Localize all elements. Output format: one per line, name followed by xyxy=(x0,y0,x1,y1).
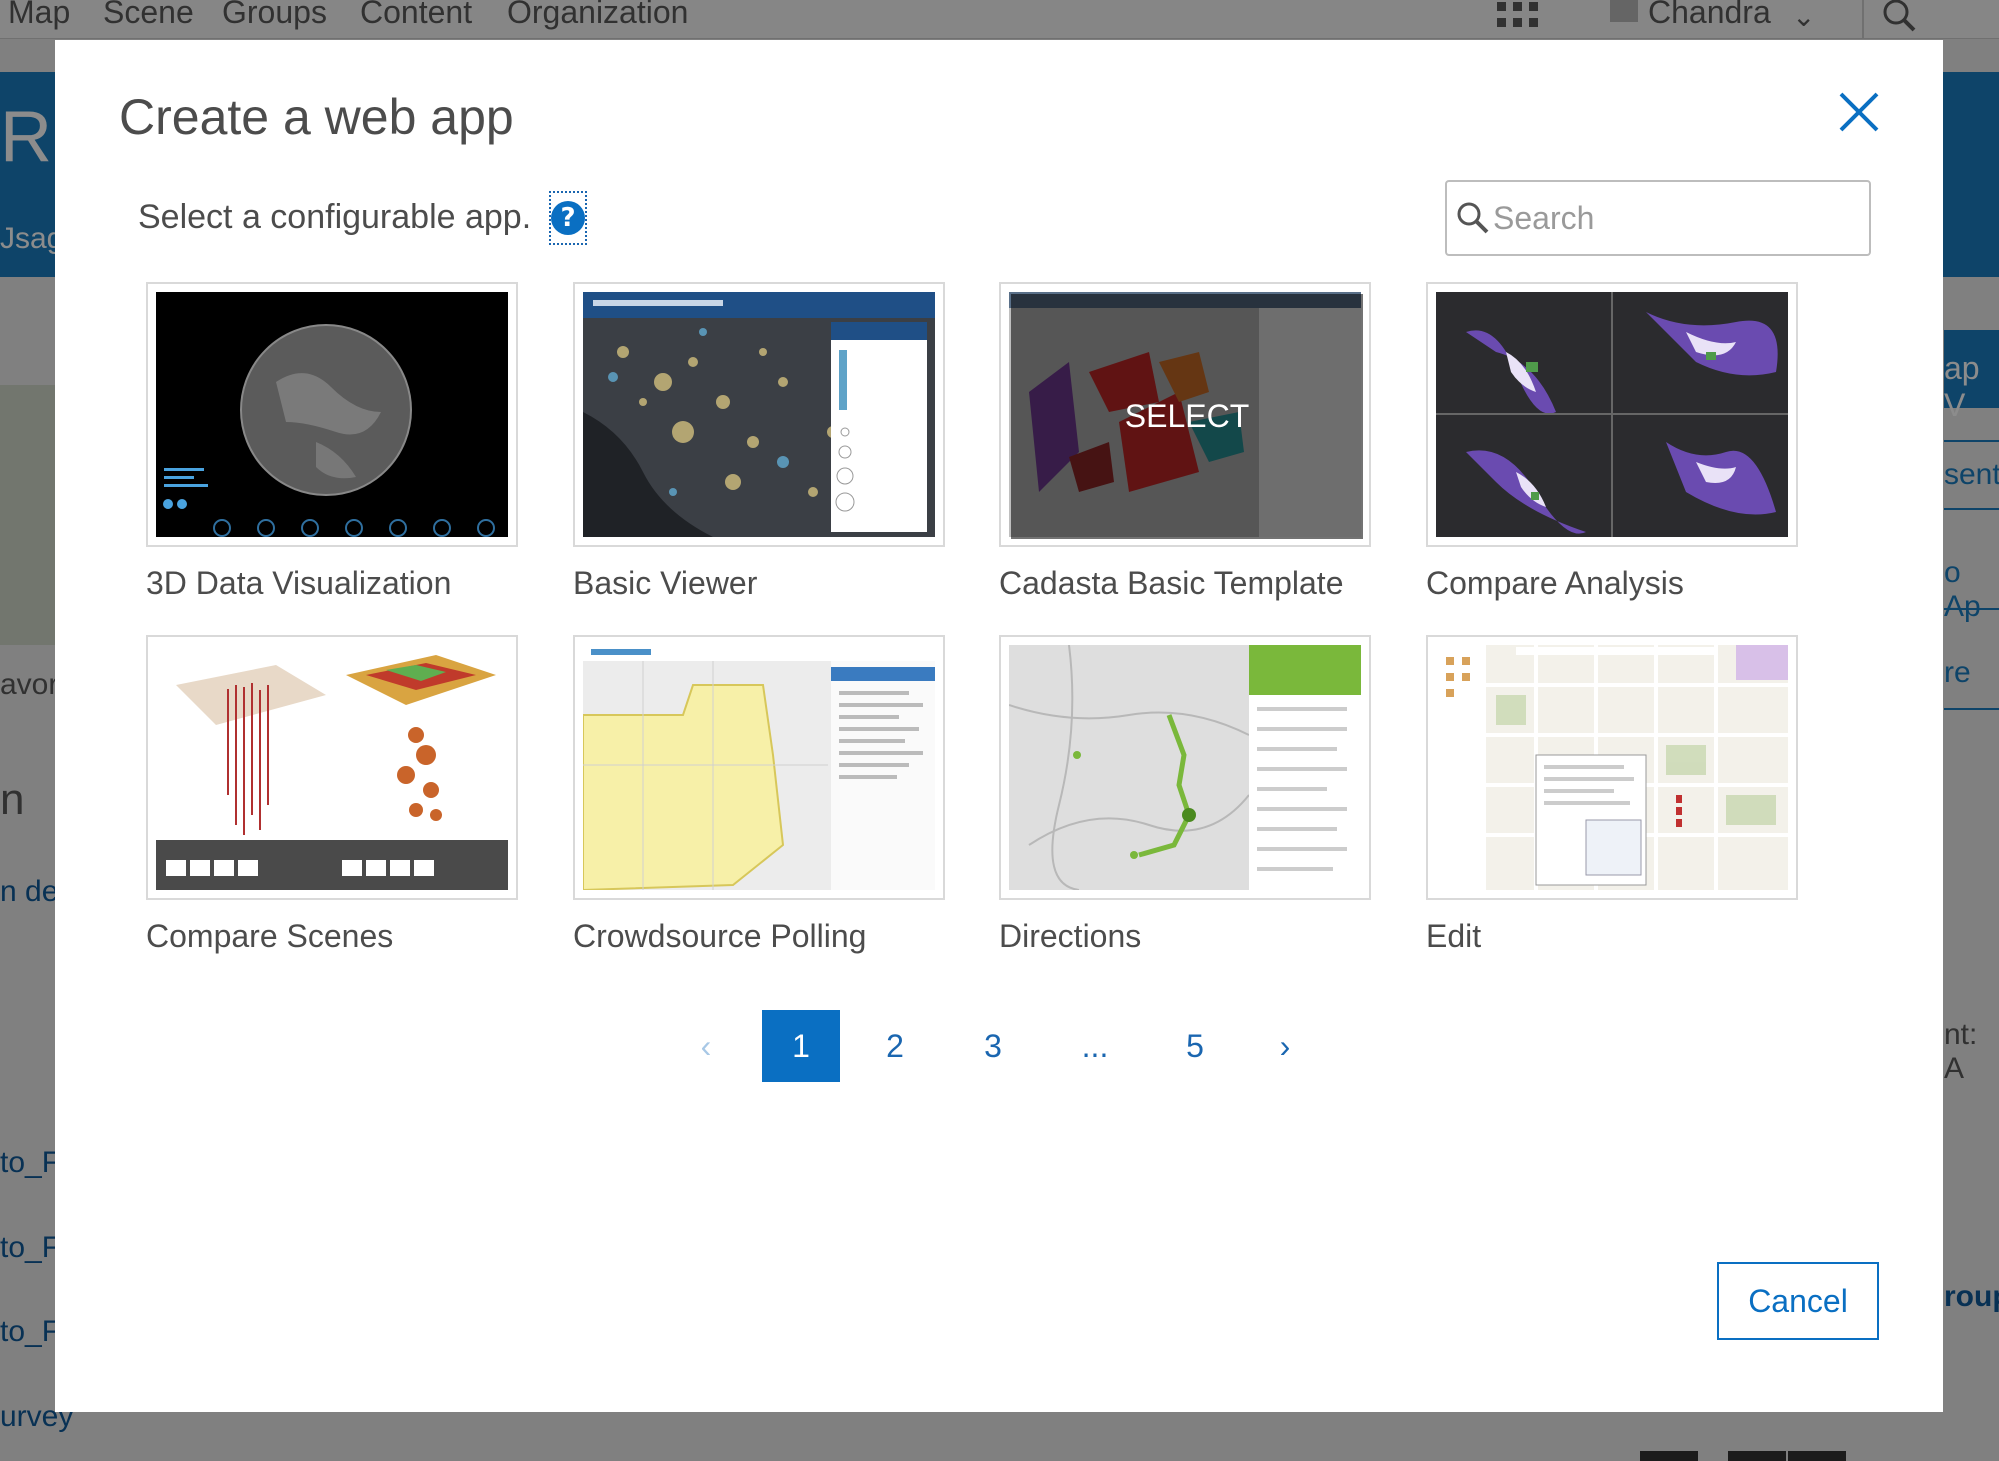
app-card-label: Basic Viewer xyxy=(573,565,758,601)
page-button-3[interactable]: 3 xyxy=(958,1010,1028,1082)
app-card-3d-data-visualization[interactable]: 3D Data Visualization xyxy=(146,282,518,602)
page-button-5[interactable]: 5 xyxy=(1160,1010,1230,1082)
create-web-app-dialog: Create a web app Select a configurable a… xyxy=(55,40,1943,1412)
app-thumbnail xyxy=(1426,282,1798,547)
app-card-cadasta-basic-template[interactable]: SELECT Cadasta Basic Template xyxy=(999,282,1371,602)
app-card-label: Crowdsource Polling xyxy=(573,918,867,954)
dialog-title: Create a web app xyxy=(119,89,514,145)
app-card-compare-scenes[interactable]: Compare Scenes xyxy=(146,635,518,955)
search-icon xyxy=(1457,202,1489,234)
page-button-1[interactable]: 1 xyxy=(762,1010,840,1082)
close-icon[interactable] xyxy=(1835,88,1883,136)
app-card-edit[interactable]: Edit xyxy=(1426,635,1798,955)
app-card-crowdsource-polling[interactable]: Crowdsource Polling xyxy=(573,635,945,955)
cancel-button[interactable]: Cancel xyxy=(1717,1262,1879,1340)
search-field[interactable] xyxy=(1445,180,1871,256)
app-card-label: Compare Scenes xyxy=(146,918,394,954)
quad-map-thumbnail-icon xyxy=(1436,292,1788,537)
app-thumbnail xyxy=(1426,635,1798,900)
app-thumbnail xyxy=(573,282,945,547)
map-thumbnail-icon xyxy=(583,292,935,537)
page-ellipsis: ... xyxy=(1081,1027,1109,1064)
app-thumbnail xyxy=(146,282,518,547)
app-thumbnail xyxy=(999,635,1371,900)
app-card-directions[interactable]: Directions xyxy=(999,635,1371,955)
app-card-label: Directions xyxy=(999,918,1142,954)
app-thumbnail: SELECT xyxy=(999,282,1371,547)
pagination: ‹ 1 2 3 ... 5 › xyxy=(55,1010,1943,1082)
previous-page-button[interactable]: ‹ xyxy=(681,1010,731,1082)
dialog-subtitle: Select a configurable app. xyxy=(138,198,532,236)
route-map-thumbnail-icon xyxy=(1009,645,1361,890)
help-button[interactable]: ? xyxy=(549,191,587,245)
app-card-label: Compare Analysis xyxy=(1426,565,1684,601)
app-card-label: Edit xyxy=(1426,918,1482,954)
app-card-basic-viewer[interactable]: Basic Viewer xyxy=(573,282,945,602)
globe-thumbnail-icon xyxy=(156,292,508,537)
next-page-button[interactable]: › xyxy=(1255,1010,1315,1082)
page-button-2[interactable]: 2 xyxy=(860,1010,930,1082)
app-thumbnail xyxy=(573,635,945,900)
street-map-thumbnail-icon xyxy=(1436,645,1788,890)
app-card-label: Cadasta Basic Template xyxy=(999,565,1344,601)
polling-map-thumbnail-icon xyxy=(583,645,935,890)
search-input[interactable] xyxy=(1493,192,1853,244)
app-thumbnail xyxy=(146,635,518,900)
select-overlay[interactable]: SELECT xyxy=(1011,294,1363,539)
help-icon: ? xyxy=(551,201,585,235)
app-card-label: 3D Data Visualization xyxy=(146,565,452,601)
3d-scene-thumbnail-icon xyxy=(156,645,508,890)
app-card-compare-analysis[interactable]: Compare Analysis xyxy=(1426,282,1798,602)
